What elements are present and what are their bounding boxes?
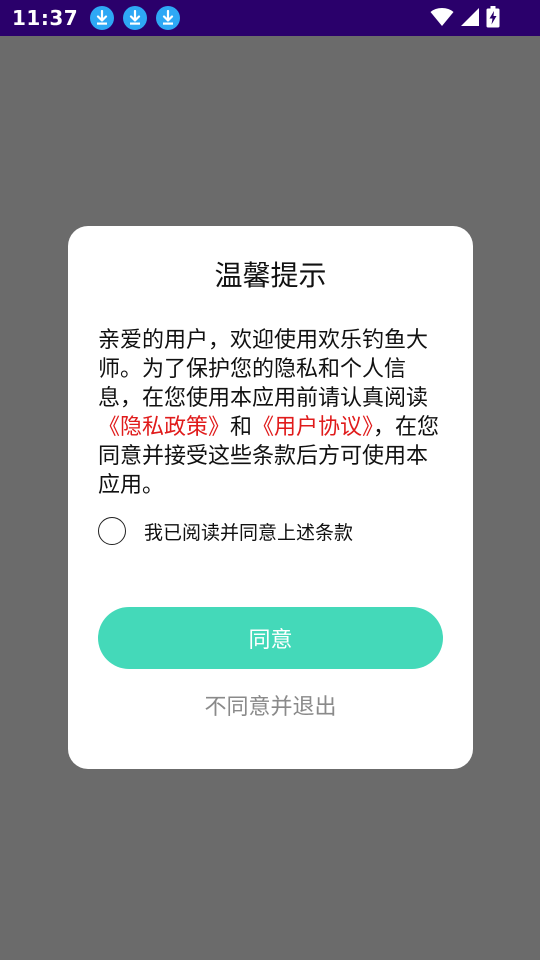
dialog-title: 温馨提示 bbox=[214, 259, 327, 292]
agree-terms-radio[interactable] bbox=[98, 517, 126, 545]
download-icon bbox=[156, 6, 181, 30]
dialog-message: 亲爱的用户，欢迎使用欢乐钓鱼大师。为了保护您的隐私和个人信息，在您使用本应用前请… bbox=[98, 326, 443, 500]
privacy-policy-link[interactable]: 《隐私政策》 bbox=[98, 415, 230, 440]
message-and: 和 bbox=[230, 415, 253, 440]
disagree-exit-button[interactable]: 不同意并退出 bbox=[68, 691, 473, 725]
agree-terms-row[interactable]: 我已阅读并同意上述条款 bbox=[98, 514, 353, 548]
status-bar: 11:37 bbox=[0, 0, 540, 36]
system-status-icons bbox=[430, 6, 500, 32]
signal-icon bbox=[460, 7, 480, 31]
wifi-icon bbox=[430, 7, 454, 31]
battery-charging-icon bbox=[486, 6, 500, 32]
message-intro: 亲爱的用户，欢迎使用欢乐钓鱼大师。为了保护您的隐私和个人信息，在您使用本应用前请… bbox=[98, 328, 429, 411]
status-clock: 11:37 bbox=[12, 6, 79, 30]
agree-terms-label: 我已阅读并同意上述条款 bbox=[144, 521, 354, 544]
download-icon bbox=[90, 6, 115, 30]
agree-button[interactable]: 同意 bbox=[98, 607, 443, 669]
privacy-dialog: 温馨提示 亲爱的用户，欢迎使用欢乐钓鱼大师。为了保护您的隐私和个人信息，在您使用… bbox=[68, 226, 473, 769]
download-icon bbox=[123, 6, 148, 30]
user-agreement-link[interactable]: 《用户协议》 bbox=[252, 415, 373, 440]
